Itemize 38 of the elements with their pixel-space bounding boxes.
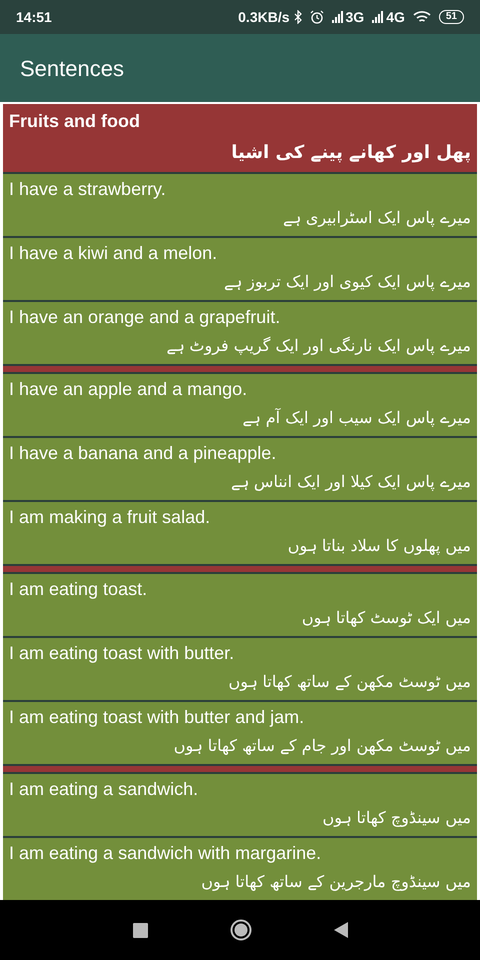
wifi-icon bbox=[412, 10, 431, 24]
urdu-translation: میرے پاس ایک اسٹرابیری ہے bbox=[282, 207, 471, 229]
signal-icon bbox=[332, 11, 344, 23]
screen-title: Sentences bbox=[20, 54, 124, 82]
urdu-translation: میں ٹوسٹ مکھن اور جام کے ساتھ کھاتا ہوں bbox=[174, 735, 471, 757]
english-sentence: I have a kiwi and a melon. bbox=[9, 242, 218, 265]
urdu-translation: میرے پاس ایک کیوی اور ایک تربوز ہے bbox=[224, 271, 471, 293]
urdu-translation: میں پھلوں کا سلاد بناتا ہوں bbox=[288, 535, 471, 557]
english-sentence: I have an apple and a mango. bbox=[9, 378, 248, 401]
urdu-translation: میں ٹوسٹ مکھن کے ساتھ کھاتا ہوں bbox=[228, 671, 471, 693]
english-sentence: I am eating toast with butter. bbox=[9, 642, 234, 665]
square-icon[interactable] bbox=[132, 922, 148, 938]
english-sentence: I am making a fruit salad. bbox=[9, 506, 210, 529]
network-type: 4G bbox=[386, 8, 405, 26]
english-sentence: I have an orange and a grapefruit. bbox=[9, 306, 280, 329]
urdu-translation: میرے پاس ایک سیب اور ایک آم ہے bbox=[242, 407, 471, 429]
english-sentence: I have a banana and a pineapple. bbox=[9, 442, 276, 465]
category-translation: پھل اور کھانے پینے کی اشیا bbox=[231, 141, 471, 165]
english-sentence: I am eating toast with butter and jam. bbox=[9, 706, 304, 729]
network-speed: 0.3KB/s bbox=[238, 8, 290, 26]
alarm-clock-icon bbox=[310, 10, 324, 24]
urdu-translation: میں سینڈوچ کھاتا ہوں bbox=[322, 807, 471, 829]
english-sentence: I am eating toast. bbox=[9, 578, 148, 601]
network-type: 3G bbox=[346, 8, 364, 26]
english-sentence: I am eating a sandwich. bbox=[9, 778, 198, 801]
urdu-translation: میں ایک ٹوسٹ کھاتا ہوں bbox=[302, 607, 471, 629]
english-sentence: I am eating a sandwich with margarine. bbox=[9, 842, 322, 865]
urdu-translation: میرے پاس ایک نارنگی اور ایک گریپ فروٹ ہے bbox=[166, 335, 471, 357]
clock: 14:51 bbox=[16, 8, 52, 26]
home-icon[interactable] bbox=[230, 919, 252, 941]
bluetooth-icon bbox=[294, 10, 302, 24]
urdu-translation: میں سینڈوچ مارجرین کے ساتھ کھاتا ہوں bbox=[201, 871, 471, 893]
battery-indicator: 51 bbox=[438, 10, 464, 24]
signal-icon bbox=[372, 11, 384, 23]
category-title: Fruits and food bbox=[9, 110, 140, 133]
urdu-translation: میرے پاس ایک کیلا اور ایک انناس ہے bbox=[230, 471, 471, 493]
english-sentence: I have a strawberry. bbox=[9, 178, 166, 201]
back-icon[interactable] bbox=[334, 922, 348, 938]
